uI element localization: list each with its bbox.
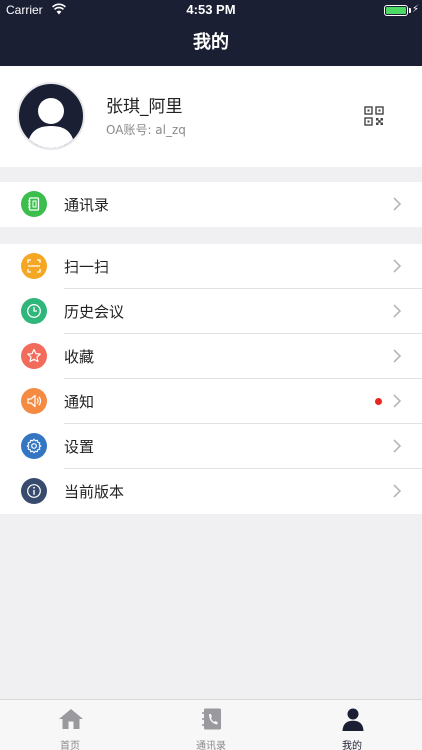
menu-item-favorites[interactable]: 收藏 [0, 334, 422, 379]
menu-item-scan[interactable]: 扫一扫 [0, 244, 422, 289]
contacts-section: 通讯录 [0, 182, 422, 227]
menu-item-history-meetings[interactable]: 历史会议 [0, 289, 422, 334]
menu-item-label: 当前版本 [64, 483, 125, 501]
menu-item-settings[interactable]: 设置 [0, 424, 422, 469]
avatar[interactable] [17, 82, 85, 150]
chevron-right-icon [393, 197, 402, 211]
battery-icon [384, 5, 408, 16]
main-menu: 扫一扫 历史会议 收藏 通知 设置 当前版本 [0, 244, 422, 514]
tab-me[interactable]: 我的 [282, 700, 422, 750]
menu-item-contacts[interactable]: 通讯录 [0, 182, 422, 227]
chevron-right-icon [393, 259, 402, 273]
clock: 4:53 PM [186, 2, 236, 17]
profile-name: 张琪_阿里 [106, 97, 183, 117]
status-bar: Carrier 4:53 PM ⚡ [0, 0, 422, 20]
info-icon [21, 478, 47, 504]
qr-code-icon[interactable] [364, 106, 384, 126]
chevron-right-icon [393, 304, 402, 318]
menu-item-label: 通知 [64, 393, 95, 411]
chevron-right-icon [393, 484, 402, 498]
phonebook-icon [202, 708, 221, 730]
menu-item-label: 收藏 [64, 348, 95, 366]
gear-icon [21, 433, 47, 459]
tab-label: 通讯录 [196, 741, 226, 750]
home-icon [59, 709, 83, 729]
avatar-person-icon [27, 98, 75, 148]
person-icon [342, 708, 364, 731]
scan-icon [21, 253, 47, 279]
tab-bar: 首页 通讯录 我的 [0, 699, 422, 750]
tab-label: 我的 [342, 741, 362, 750]
menu-item-version[interactable]: 当前版本 [0, 469, 422, 514]
menu-item-label: 通讯录 [64, 196, 110, 214]
chevron-right-icon [393, 349, 402, 363]
clock-icon [21, 298, 47, 324]
chevron-right-icon [393, 394, 402, 408]
menu-item-label: 历史会议 [64, 303, 125, 321]
tab-home[interactable]: 首页 [0, 700, 140, 750]
menu-item-label: 扫一扫 [64, 258, 110, 276]
battery-tip [409, 8, 411, 13]
tab-contacts[interactable]: 通讯录 [141, 700, 281, 750]
charging-icon: ⚡ [411, 4, 419, 15]
chevron-right-icon [393, 439, 402, 453]
menu-item-label: 设置 [64, 438, 95, 456]
unread-badge [375, 398, 382, 405]
page-title: 我的 [0, 20, 422, 66]
speaker-icon [21, 388, 47, 414]
profile-account: OA账号: al_zq [106, 123, 186, 137]
contacts-icon [21, 191, 47, 217]
tab-label: 首页 [60, 741, 80, 750]
menu-item-notifications[interactable]: 通知 [0, 379, 422, 424]
star-icon [21, 343, 47, 369]
profile-card[interactable]: 张琪_阿里 OA账号: al_zq [0, 66, 422, 167]
